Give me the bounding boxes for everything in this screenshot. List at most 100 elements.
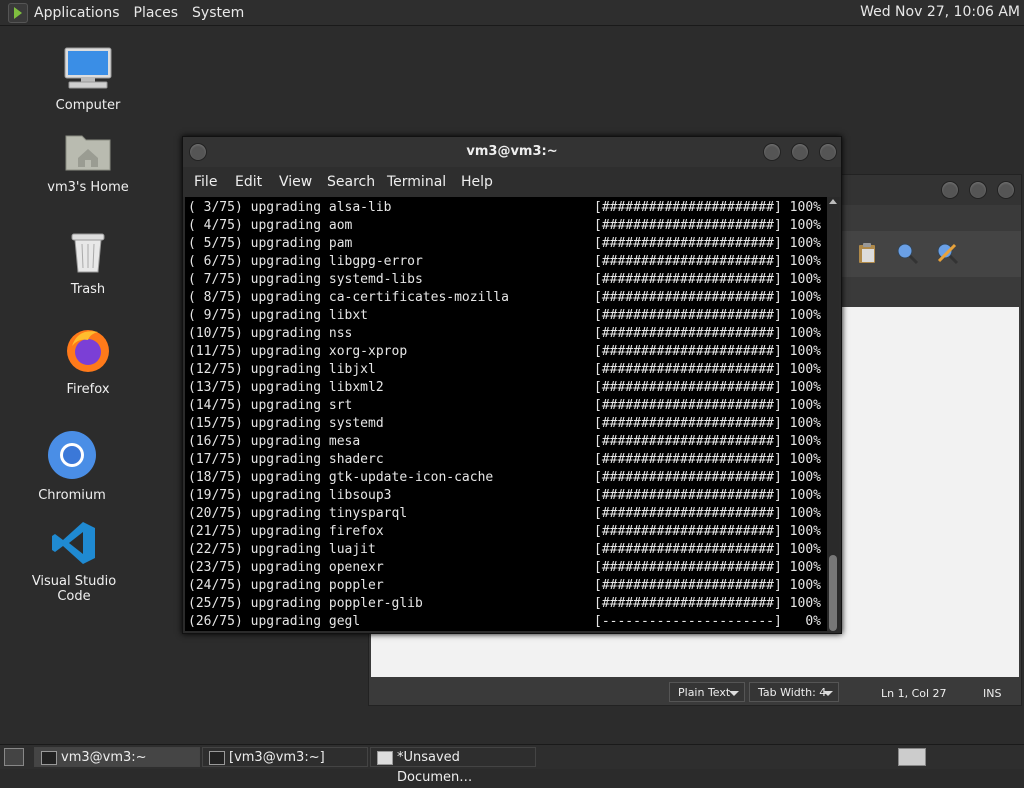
chevron-down-icon — [729, 691, 739, 696]
terminal-line: (26/75) upgrading gegl — [188, 614, 361, 629]
menu-system[interactable]: System — [192, 5, 244, 21]
find-icon[interactable] — [895, 241, 919, 265]
terminal-line: ( 3/75) upgrading alsa-lib — [188, 200, 392, 215]
task-label: [vm3@vm3:~] — [229, 750, 325, 765]
menu-terminal[interactable]: Terminal — [387, 174, 446, 190]
desktop-icon-vscode[interactable]: Visual Studio Code — [14, 520, 134, 604]
language-label: Plain Text — [678, 686, 731, 699]
terminal-line: (14/75) upgrading srt — [188, 398, 353, 413]
terminal-menubar: File Edit View Search Terminal Help — [183, 167, 841, 197]
vscode-icon — [14, 520, 134, 570]
clock[interactable]: Wed Nov 27, 10:06 AM — [860, 4, 1020, 20]
close-button[interactable] — [997, 181, 1015, 199]
terminal-line: (20/75) upgrading tinysparql — [188, 506, 408, 521]
desktop-icon-label: Firefox — [66, 382, 110, 397]
progress-bar-text: [######################] 100% — [594, 362, 821, 377]
terminal-line: (23/75) upgrading openexr — [188, 560, 384, 575]
show-desktop-icon[interactable] — [4, 748, 24, 766]
window-title: vm3@vm3:~ — [466, 144, 558, 159]
cursor-position: Ln 1, Col 27 — [881, 687, 947, 700]
terminal-line: (21/75) upgrading firefox — [188, 524, 384, 539]
desktop-icon-label: Computer — [55, 98, 121, 113]
menu-places[interactable]: Places — [134, 5, 179, 21]
menu-edit[interactable]: Edit — [235, 174, 262, 190]
terminal-line: (15/75) upgrading systemd — [188, 416, 384, 431]
progress-bar-text: [----------------------] 0% — [594, 614, 821, 629]
firefox-icon — [28, 326, 148, 378]
terminal-scrollbar[interactable] — [827, 197, 839, 631]
terminal-line: (24/75) upgrading poppler — [188, 578, 384, 593]
window-menu-button[interactable] — [189, 143, 207, 161]
scrollbar-thumb[interactable] — [829, 555, 837, 631]
bottom-panel: vm3@vm3:~ [vm3@vm3:~] *Unsaved Documen… — [0, 744, 1024, 785]
terminal-line: (19/75) upgrading libsoup3 — [188, 488, 392, 503]
menu-view[interactable]: View — [279, 174, 312, 190]
terminal-window[interactable]: vm3@vm3:~ File Edit View Search Terminal… — [182, 136, 842, 634]
progress-bar-text: [######################] 100% — [594, 272, 821, 287]
terminal-line: (10/75) upgrading nss — [188, 326, 353, 341]
terminal-line: (11/75) upgrading xorg-xprop — [188, 344, 408, 359]
progress-bar-text: [######################] 100% — [594, 218, 821, 233]
home-folder-icon — [28, 130, 148, 176]
task-text-editor[interactable]: *Unsaved Documen… — [370, 747, 536, 785]
progress-bar-text: [######################] 100% — [594, 326, 821, 341]
progress-bar-text: [######################] 100% — [594, 416, 821, 431]
terminal-line: (16/75) upgrading mesa — [188, 434, 361, 449]
text-editor-icon — [377, 751, 393, 765]
progress-bar-text: [######################] 100% — [594, 398, 821, 413]
terminal-line: ( 4/75) upgrading aom — [188, 218, 353, 233]
desktop-icon-label: Trash — [70, 282, 106, 297]
task-terminal[interactable]: vm3@vm3:~ — [34, 747, 200, 767]
progress-bar-text: [######################] 100% — [594, 380, 821, 395]
main-menu-logo-icon[interactable] — [8, 2, 28, 23]
terminal-line: ( 7/75) upgrading systemd-libs — [188, 272, 423, 287]
top-panel: Applications Places System Wed Nov 27, 1… — [0, 0, 1024, 26]
progress-bar-text: [######################] 100% — [594, 290, 821, 305]
menu-search[interactable]: Search — [327, 174, 375, 190]
task-terminal-2[interactable]: [vm3@vm3:~] — [202, 747, 368, 767]
terminal-line: (25/75) upgrading poppler-glib — [188, 596, 423, 611]
menu-help[interactable]: Help — [461, 174, 493, 190]
maximize-button[interactable] — [791, 143, 809, 161]
tab-width-selector[interactable]: Tab Width: 4 — [749, 682, 839, 702]
desktop-icon-trash[interactable]: Trash — [28, 230, 148, 297]
desktop-icon-label: Chromium — [38, 488, 106, 503]
menu-applications[interactable]: Applications — [34, 5, 120, 21]
editor-statusbar: Plain Text Tab Width: 4 Ln 1, Col 27 INS — [369, 678, 1021, 705]
desktop-icon-label: vm3's Home — [47, 180, 129, 195]
desktop-icon-label: Visual Studio Code — [31, 574, 117, 604]
menu-file[interactable]: File — [194, 174, 217, 190]
language-selector[interactable]: Plain Text — [669, 682, 745, 702]
find-replace-icon[interactable] — [935, 241, 959, 265]
desktop-icon-chromium[interactable]: Chromium — [12, 430, 132, 503]
progress-bar-text: [######################] 100% — [594, 506, 821, 521]
scroll-up-arrow-icon[interactable] — [829, 199, 837, 204]
terminal-output[interactable]: ( 3/75) upgrading alsa-lib [#############… — [185, 197, 827, 631]
workspace-switcher[interactable] — [898, 748, 926, 766]
terminal-icon — [41, 751, 57, 765]
progress-bar-text: [######################] 100% — [594, 236, 821, 251]
terminal-line: (13/75) upgrading libxml2 — [188, 380, 384, 395]
terminal-line: ( 9/75) upgrading libxt — [188, 308, 369, 323]
maximize-button[interactable] — [969, 181, 987, 199]
progress-bar-text: [######################] 100% — [594, 578, 821, 593]
terminal-line: (17/75) upgrading shaderc — [188, 452, 384, 467]
chromium-icon — [12, 430, 132, 484]
minimize-button[interactable] — [763, 143, 781, 161]
close-button[interactable] — [819, 143, 837, 161]
minimize-button[interactable] — [941, 181, 959, 199]
terminal-line: (12/75) upgrading libjxl — [188, 362, 376, 377]
terminal-icon — [209, 751, 225, 765]
desktop-icon-firefox[interactable]: Firefox — [28, 326, 148, 397]
desktop-icon-computer[interactable]: Computer — [28, 46, 148, 113]
task-label: vm3@vm3:~ — [61, 750, 147, 765]
desktop-icon-home[interactable]: vm3's Home — [28, 130, 148, 195]
terminal-titlebar[interactable]: vm3@vm3:~ — [183, 137, 841, 167]
progress-bar-text: [######################] 100% — [594, 524, 821, 539]
progress-bar-text: [######################] 100% — [594, 452, 821, 467]
paste-icon[interactable] — [855, 241, 879, 265]
terminal-line: ( 8/75) upgrading ca-certificates-mozill… — [188, 290, 509, 305]
progress-bar-text: [######################] 100% — [594, 470, 821, 485]
progress-bar-text: [######################] 100% — [594, 488, 821, 503]
progress-bar-text: [######################] 100% — [594, 542, 821, 557]
